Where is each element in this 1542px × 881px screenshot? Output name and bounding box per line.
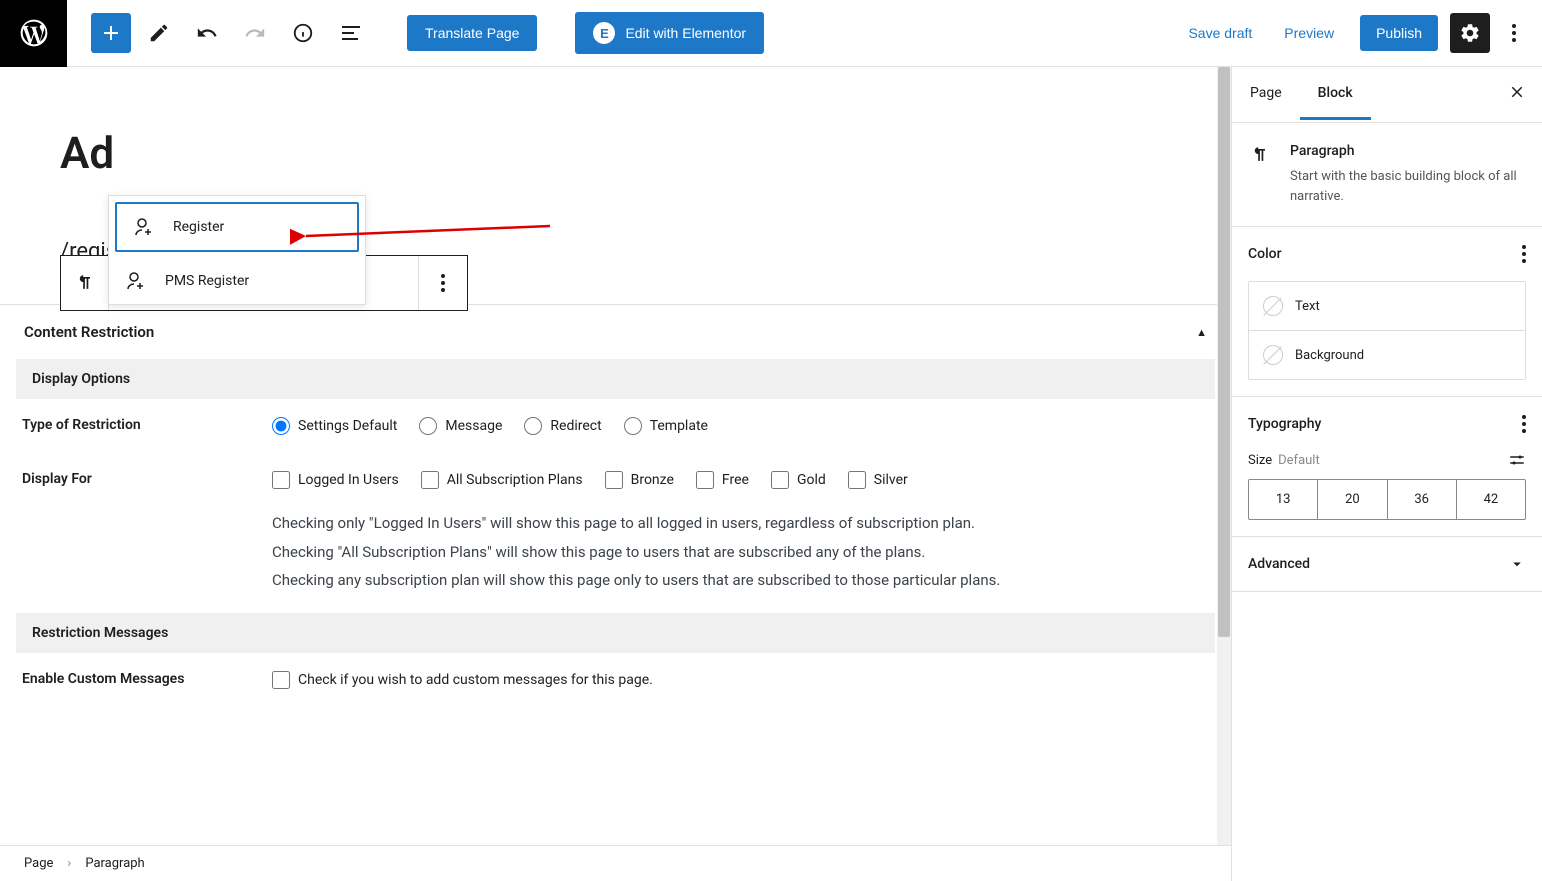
display-for-label: Display For [22, 471, 252, 595]
autocomplete-label: Register [173, 219, 224, 235]
radio-redirect[interactable]: Redirect [524, 417, 601, 435]
radio-message[interactable]: Message [419, 417, 502, 435]
breadcrumb-paragraph[interactable]: Paragraph [85, 856, 144, 871]
translate-page-button[interactable]: Translate Page [407, 15, 537, 51]
size-button-group: 13 20 36 42 [1248, 479, 1526, 520]
user-plus-icon [131, 214, 157, 240]
check-free[interactable]: Free [696, 471, 749, 489]
breadcrumb: Page › Paragraph [0, 845, 1231, 881]
dots-vertical-icon [1522, 415, 1526, 433]
edit-elementor-button[interactable]: E Edit with Elementor [575, 12, 764, 54]
dots-vertical-icon [1512, 24, 1516, 42]
wordpress-icon [18, 17, 50, 49]
block-info: Paragraph Start with the basic building … [1232, 123, 1542, 227]
top-toolbar: Translate Page E Edit with Elementor Sav… [0, 0, 1542, 67]
preview-button[interactable]: Preview [1270, 15, 1348, 51]
block-type-button[interactable] [61, 256, 109, 310]
page-title[interactable]: Ad [60, 127, 1171, 179]
editor-canvas: Ad Register PMS Regist [0, 67, 1231, 881]
size-36-button[interactable]: 36 [1388, 480, 1457, 519]
check-silver[interactable]: Silver [848, 471, 908, 489]
empty-swatch-icon [1263, 345, 1283, 365]
more-options-button[interactable] [1494, 13, 1534, 53]
block-more-button[interactable] [419, 256, 467, 310]
enable-custom-label: Enable Custom Messages [22, 671, 252, 689]
close-sidebar-button[interactable] [1492, 67, 1542, 122]
chevron-right-icon: › [67, 856, 71, 871]
radio-settings-default[interactable]: Settings Default [272, 417, 397, 435]
size-42-button[interactable]: 42 [1457, 480, 1525, 519]
undo-button[interactable] [187, 13, 227, 53]
add-block-button[interactable] [91, 13, 131, 53]
color-background-button[interactable]: Background [1249, 331, 1525, 379]
pencil-icon [148, 22, 170, 44]
type-restriction-label: Type of Restriction [22, 417, 252, 435]
restriction-messages-header: Restriction Messages [16, 613, 1215, 653]
settings-button[interactable] [1450, 13, 1490, 53]
content-restriction-metabox: Content Restriction ▲ Display Options Ty… [0, 304, 1231, 707]
size-label: Size [1248, 453, 1272, 468]
advanced-panel-header[interactable]: Advanced [1232, 537, 1542, 591]
check-enable-custom[interactable]: Check if you wish to add custom messages… [272, 671, 1209, 689]
check-all-plans[interactable]: All Subscription Plans [421, 471, 583, 489]
settings-sidebar: Page Block Paragraph Start with the basi… [1231, 67, 1542, 881]
display-options-header: Display Options [16, 359, 1215, 399]
info-button[interactable] [283, 13, 323, 53]
sliders-icon[interactable] [1508, 451, 1526, 469]
plus-icon [99, 21, 123, 45]
wordpress-logo[interactable] [0, 0, 67, 67]
typography-panel-header[interactable]: Typography [1232, 397, 1542, 451]
publish-button[interactable]: Publish [1360, 15, 1438, 51]
redo-icon [244, 22, 266, 44]
dots-vertical-icon [441, 274, 445, 292]
paragraph-icon [1248, 143, 1272, 167]
radio-template[interactable]: Template [624, 417, 708, 435]
breadcrumb-page[interactable]: Page [24, 856, 53, 871]
paragraph-icon [73, 271, 97, 295]
color-panel: Color Text Background [1232, 227, 1542, 397]
size-default-label: Default [1278, 453, 1320, 468]
dots-vertical-icon [1522, 245, 1526, 263]
redo-button[interactable] [235, 13, 275, 53]
metabox-title: Content Restriction [24, 323, 154, 341]
tab-block[interactable]: Block [1300, 69, 1371, 120]
advanced-panel: Advanced [1232, 537, 1542, 592]
user-plus-icon [123, 268, 149, 294]
typography-panel: Typography Size Default 13 20 36 42 [1232, 397, 1542, 537]
color-panel-header[interactable]: Color [1232, 227, 1542, 281]
gear-icon [1459, 22, 1481, 44]
outline-icon [342, 26, 360, 40]
chevron-down-icon [1508, 555, 1526, 573]
tab-page[interactable]: Page [1232, 69, 1300, 120]
block-description: Start with the basic building block of a… [1290, 167, 1526, 206]
info-icon [292, 22, 314, 44]
save-draft-button[interactable]: Save draft [1174, 15, 1266, 51]
edit-tool-button[interactable] [139, 13, 179, 53]
empty-swatch-icon [1263, 296, 1283, 316]
block-autocomplete-popup: Register PMS Register [108, 195, 366, 305]
block-name: Paragraph [1290, 143, 1526, 159]
display-for-help: Checking only "Logged In Users" will sho… [272, 509, 1209, 595]
color-text-button[interactable]: Text [1249, 282, 1525, 331]
check-logged-in[interactable]: Logged In Users [272, 471, 399, 489]
autocomplete-item-register[interactable]: Register [115, 202, 359, 252]
autocomplete-item-pms-register[interactable]: PMS Register [109, 258, 365, 304]
undo-icon [196, 22, 218, 44]
size-13-button[interactable]: 13 [1249, 480, 1318, 519]
size-20-button[interactable]: 20 [1318, 480, 1387, 519]
close-icon [1508, 83, 1526, 101]
check-bronze[interactable]: Bronze [605, 471, 674, 489]
autocomplete-label: PMS Register [165, 273, 249, 289]
check-gold[interactable]: Gold [771, 471, 826, 489]
outline-button[interactable] [331, 13, 371, 53]
collapse-icon[interactable]: ▲ [1196, 326, 1207, 339]
elementor-icon: E [593, 22, 615, 44]
